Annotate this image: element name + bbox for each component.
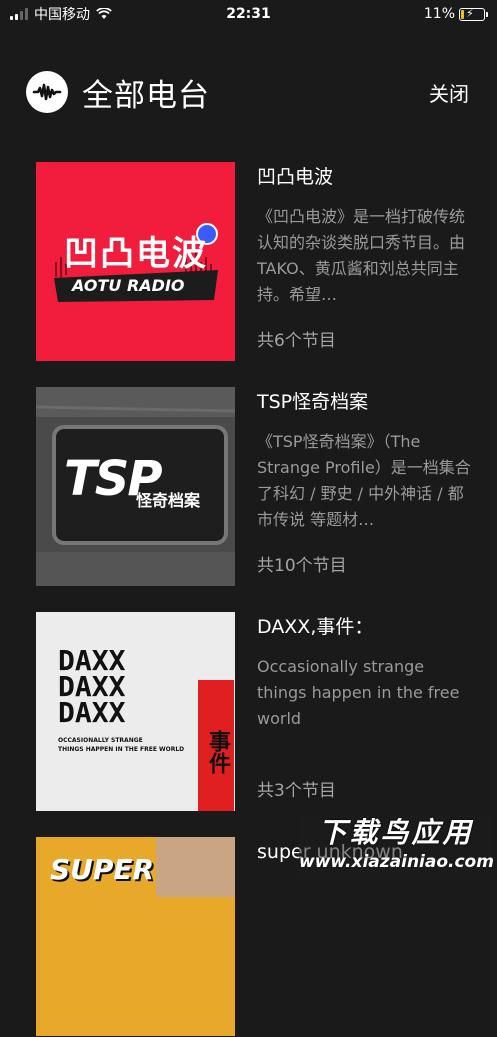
watermark-title: 下载鸟应用 [299,815,493,851]
episode-count: 共3个节目 [257,776,472,801]
soundwave-icon [26,71,68,113]
battery-icon: ⚡ [459,8,485,21]
station-description: 《凹凸电波》是一档打破传统认知的杂谈类脱口秀节目。由TAKO、黄瓜酱和刘总共同主… [257,204,472,308]
station-description: 《TSP怪奇档案》（The Strange Profile）是一档集合了科幻 /… [257,429,472,533]
cover-subtitle: OCCASIONALLY STRANGE [58,736,184,745]
station-description: Occasionally strange things happen in th… [257,654,472,758]
cover-line: DAXX [58,700,125,726]
cover-image: SUPER [36,837,235,1036]
station-name: 凹凸电波 [257,164,472,190]
episode-count: 共10个节目 [257,551,472,576]
list-item[interactable]: 凹凸电波 AOTU RADIO 凹凸电波 《凹凸电波》是一档打破传统认知的杂谈类… [0,162,497,362]
station-name: DAXX,事件： [257,614,472,640]
station-name: TSP怪奇档案 [257,389,472,415]
cover-title: SUPER [50,853,154,886]
cover-subtitle: AOTU RADIO [72,276,185,295]
close-button[interactable]: 关闭 [429,78,469,107]
cover-image: DAXX DAXX DAXX OCCASIONALLY STRANGE THIN… [36,612,235,811]
watermark: 下载鸟应用 www.xiazainiao.com [299,815,493,879]
list-item[interactable]: TSP 怪奇档案 TSP怪奇档案 《TSP怪奇档案》（The Strange P… [0,387,497,587]
header: 全部电台 关闭 [0,62,497,122]
list-item[interactable]: DAXX DAXX DAXX OCCASIONALLY STRANGE THIN… [0,612,497,812]
page-title: 全部电台 [82,70,210,115]
watermark-url: www.xiazainiao.com [299,851,493,873]
cover-image: TSP 怪奇档案 [36,387,235,586]
cover-side-text: 事件 [202,730,230,774]
cover-subtitle: 怪奇档案 [136,487,200,511]
cover-image: 凹凸电波 AOTU RADIO [36,162,235,361]
cover-subtitle: THINGS HAPPEN IN THE FREE WORLD [58,745,184,754]
cover-title: 凹凸电波 [64,226,208,275]
episode-count: 共6个节目 [257,326,472,351]
clock: 22:31 [0,6,497,22]
status-bar: 中国移动 22:31 11% ⚡ [0,0,497,28]
